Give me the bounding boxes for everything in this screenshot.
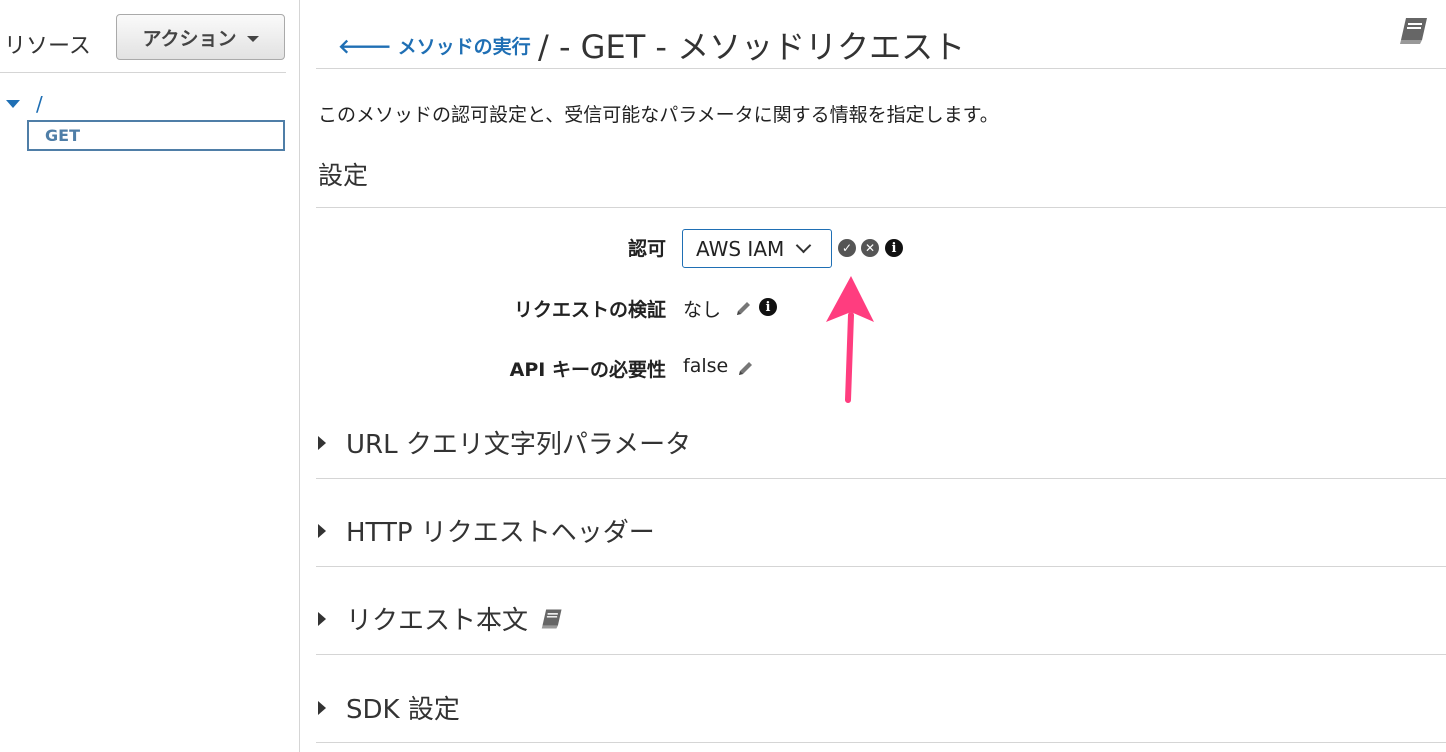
section-url-query-params[interactable]: URL クエリ文字列パラメータ xyxy=(316,424,691,461)
tree-root-label: / xyxy=(36,92,43,116)
authorization-selected-value: AWS IAM xyxy=(696,236,785,261)
authorization-label: 認可 xyxy=(627,238,666,260)
section-label: URL クエリ文字列パラメータ xyxy=(346,430,692,460)
section-divider xyxy=(316,742,1446,743)
caret-down-icon xyxy=(246,35,259,42)
caret-right-icon xyxy=(318,700,326,715)
sidebar-title: リソース xyxy=(4,34,91,59)
tree-expand-icon[interactable] xyxy=(6,100,20,108)
cancel-x-icon[interactable]: ✕ xyxy=(861,239,879,257)
caret-right-icon xyxy=(318,611,326,626)
request-validation-value: なし xyxy=(683,299,722,321)
confirm-check-icon[interactable]: ✓ xyxy=(838,239,856,257)
pencil-edit-icon[interactable] xyxy=(735,299,753,317)
book-icon[interactable] xyxy=(540,608,564,630)
pencil-edit-icon[interactable] xyxy=(737,359,755,377)
actions-button-label: アクション xyxy=(142,27,237,50)
sidebar-divider xyxy=(0,72,286,73)
settings-divider xyxy=(316,207,1446,208)
settings-heading: 設定 xyxy=(318,161,369,190)
section-divider xyxy=(316,654,1446,655)
api-key-required-label: API キーの必要性 xyxy=(509,359,666,381)
page-description: このメソッドの認可設定と、受信可能なパラメータに関する情報を指定します。 xyxy=(318,104,999,126)
section-http-request-headers[interactable]: HTTP リクエストヘッダー xyxy=(316,512,655,549)
tree-item-get[interactable]: GET xyxy=(27,120,285,151)
method-request-panel: 🡐 メソッドの実行 / - GET - メソッドリクエスト このメソッドの認可設… xyxy=(316,0,1446,752)
caret-right-icon xyxy=(318,523,326,538)
info-icon[interactable]: i xyxy=(885,239,903,257)
api-key-required-value: false xyxy=(683,355,729,377)
section-sdk-settings[interactable]: SDK 設定 xyxy=(316,689,460,726)
section-label: HTTP リクエストヘッダー xyxy=(346,518,655,548)
annotation-arrow-icon xyxy=(826,276,874,403)
section-divider xyxy=(316,566,1446,567)
header-divider xyxy=(316,68,1446,69)
request-validation-label: リクエストの検証 xyxy=(513,299,666,321)
section-label: SDK 設定 xyxy=(346,695,460,725)
section-request-body[interactable]: リクエスト本文 xyxy=(316,600,564,637)
page-title: / - GET - メソッドリクエスト xyxy=(538,28,966,66)
section-divider xyxy=(316,478,1446,479)
resources-sidebar: リソース アクション / GET xyxy=(0,0,300,752)
chevron-down-icon xyxy=(795,237,812,254)
section-label: リクエスト本文 xyxy=(346,606,529,636)
back-to-method-execution-link[interactable]: 🡐 メソッドの実行 xyxy=(338,32,531,59)
authorization-select[interactable]: AWS IAM xyxy=(682,229,832,268)
info-icon[interactable]: i xyxy=(759,298,777,316)
arrow-left-icon: 🡐 xyxy=(338,33,392,58)
back-link-label: メソッドの実行 xyxy=(397,36,531,58)
actions-dropdown-button[interactable]: アクション xyxy=(116,14,285,60)
caret-right-icon xyxy=(318,435,326,450)
tree-item-root[interactable]: / xyxy=(6,92,43,116)
sidebar-header: リソース アクション xyxy=(0,0,300,72)
book-icon[interactable] xyxy=(1398,16,1430,46)
